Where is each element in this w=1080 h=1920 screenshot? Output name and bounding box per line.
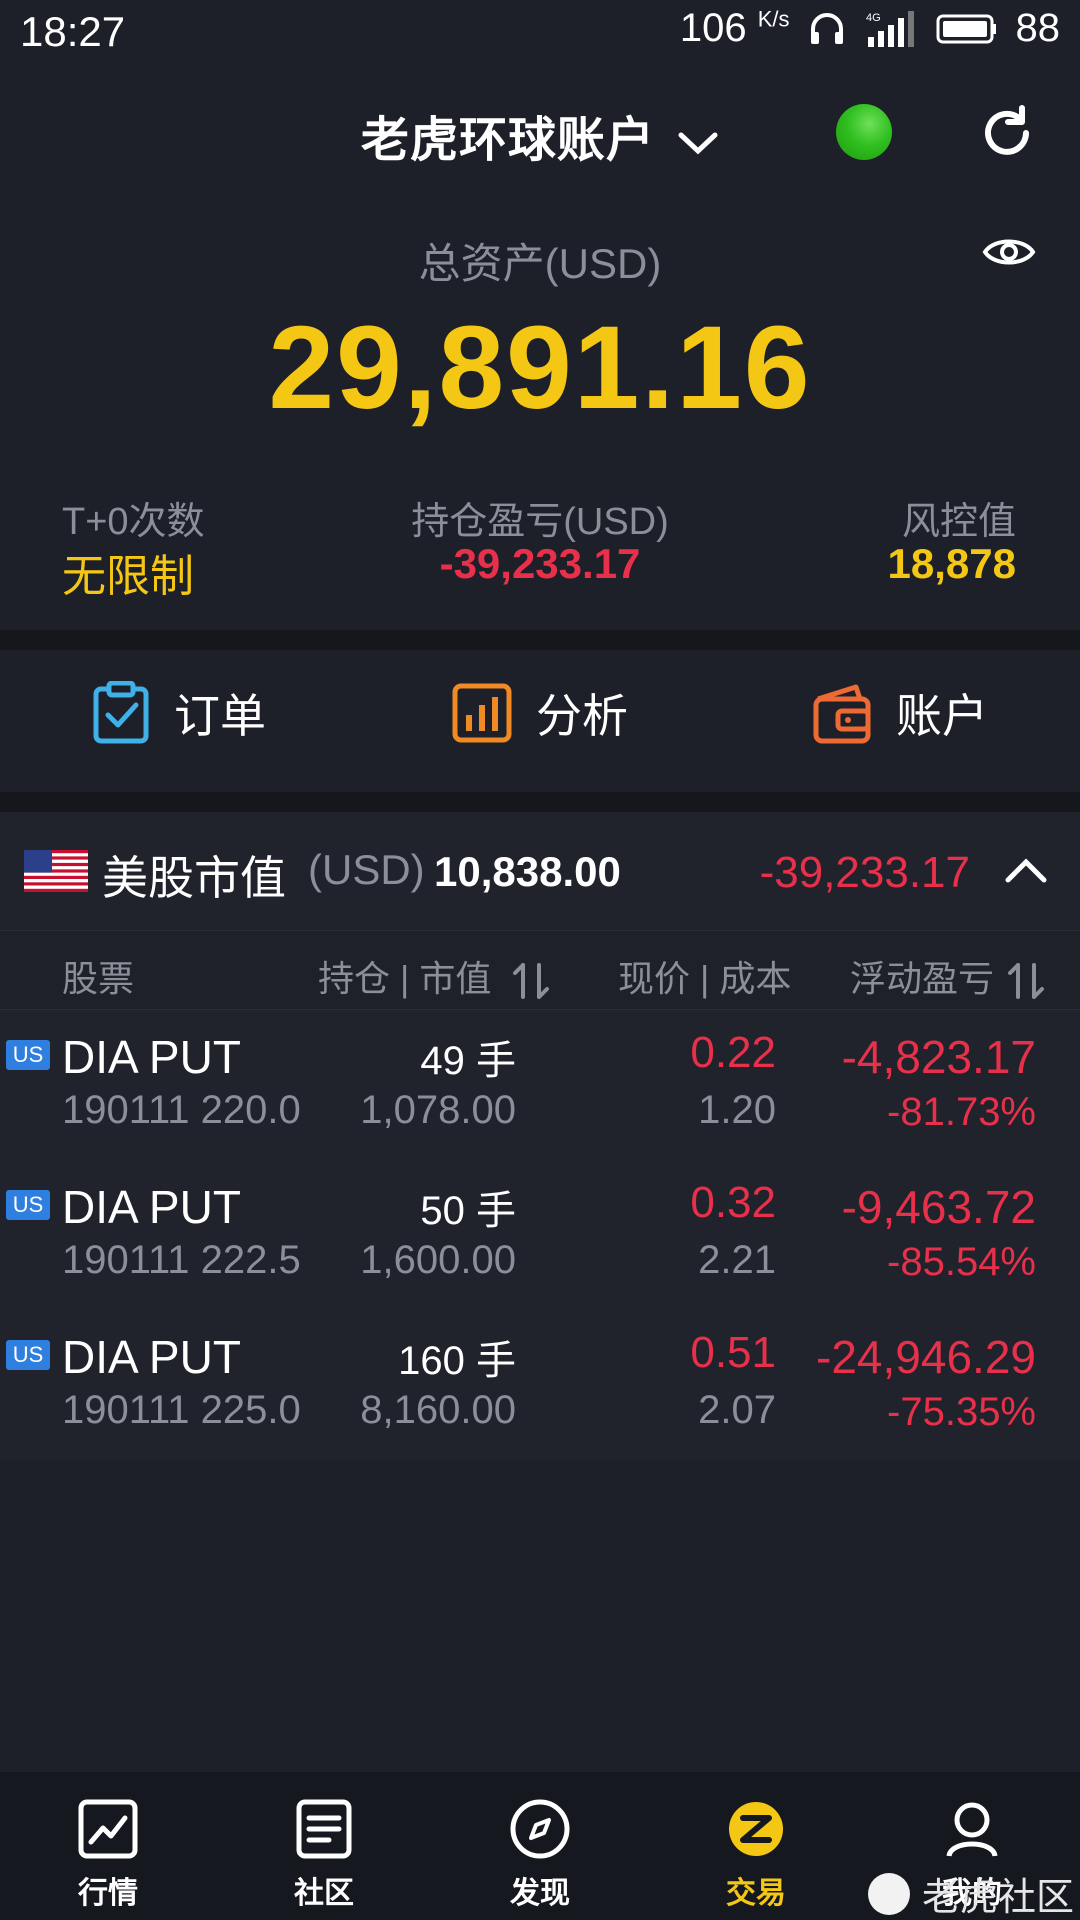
position-pnl-percent: -85.54%	[887, 1240, 1036, 1284]
sort-icon	[513, 963, 550, 1000]
signal-icon: 4G	[866, 10, 914, 47]
wallet-icon	[813, 684, 871, 744]
watermark: 老虎社区	[868, 1866, 1074, 1920]
account-label: 账户	[896, 690, 988, 742]
nav-discover[interactable]: 发现	[480, 1798, 600, 1912]
position-name: DIA PUT	[62, 1181, 241, 1233]
us-market-value: 10,838.00	[434, 848, 621, 895]
network-speed-unit: K/s	[757, 6, 790, 32]
column-float-pnl: 浮动盈亏	[850, 958, 995, 999]
us-flag-icon	[24, 850, 88, 892]
position-market-value: 1,600.00	[360, 1238, 516, 1282]
trend-chart-icon	[78, 1799, 138, 1859]
position-name: DIA PUT	[62, 1331, 241, 1383]
column-stock: 股票	[62, 958, 135, 999]
position-price: 0.51	[690, 1328, 776, 1377]
us-badge: US	[6, 1340, 50, 1370]
account-switcher[interactable]: 老虎环球账户	[0, 100, 1080, 170]
chevron-up-icon[interactable]	[1004, 856, 1048, 886]
column-price: 现价 | 成本	[618, 958, 792, 999]
nav-market[interactable]: 行情	[48, 1798, 168, 1912]
position-contract: 190111 225.0	[62, 1388, 301, 1432]
sort-icon	[1008, 963, 1045, 1000]
chevron-down-icon	[678, 132, 718, 155]
nav-trade-label: 交易	[726, 1877, 786, 1910]
orders-label: 订单	[174, 690, 266, 742]
risk-value: 18,878	[887, 540, 1016, 587]
eye-icon[interactable]	[982, 232, 1036, 272]
watermark-text: 老虎社区	[922, 1877, 1075, 1919]
us-badge: US	[6, 1190, 50, 1220]
us-market-unit: (USD)	[308, 846, 425, 893]
nav-community-label: 社区	[294, 1877, 354, 1910]
position-row[interactable]: US DIA PUT 190111 220.0 49 手 1,078.00 0.…	[0, 1010, 1080, 1160]
battery-level: 88	[1015, 6, 1061, 50]
nav-community[interactable]: 社区	[264, 1798, 384, 1912]
user-icon	[946, 1802, 998, 1857]
network-type: 4G	[866, 12, 881, 24]
position-quantity: 49 手	[420, 1039, 516, 1083]
analysis-button[interactable]: 分析	[452, 680, 628, 746]
us-badge: US	[6, 1040, 50, 1070]
trade-icon	[729, 1802, 783, 1856]
account-title: 老虎环球账户	[360, 114, 655, 167]
analysis-label: 分析	[536, 690, 628, 742]
section-divider	[0, 792, 1080, 812]
headphone-icon	[810, 12, 843, 44]
bar-chart-icon	[452, 683, 512, 743]
account-button[interactable]: 账户	[812, 680, 988, 746]
position-price: 0.32	[690, 1178, 776, 1227]
nav-trade[interactable]: 交易	[696, 1798, 816, 1912]
position-contract: 190111 222.5	[62, 1238, 301, 1282]
total-assets-value: 29,891.16	[268, 302, 812, 434]
position-row[interactable]: US DIA PUT 190111 225.0 160 手 8,160.00 0…	[0, 1310, 1080, 1460]
column-position-sort[interactable]: 持仓 | 市值	[318, 950, 551, 1002]
nav-discover-label: 发现	[510, 1877, 570, 1910]
status-time: 18:27	[20, 8, 126, 55]
document-icon	[296, 1799, 352, 1859]
position-pnl: -24,946.29	[816, 1331, 1036, 1383]
column-float-pnl-sort[interactable]: 浮动盈亏	[850, 950, 1046, 1002]
us-market-pnl: -39,233.17	[759, 848, 970, 897]
column-position: 持仓 | 市值	[318, 958, 492, 999]
orders-button[interactable]: 订单	[92, 680, 266, 746]
section-divider	[0, 630, 1080, 650]
position-market-value: 1,078.00	[360, 1088, 516, 1132]
risk-value-label: 风控值	[901, 501, 1016, 543]
position-cost: 2.07	[698, 1388, 776, 1432]
compass-icon	[510, 1799, 570, 1859]
status-bar: 18:27 106 K/s 4G 88	[0, 0, 1080, 64]
position-row[interactable]: US DIA PUT 190111 222.5 50 手 1,600.00 0.…	[0, 1160, 1080, 1310]
position-contract: 190111 220.0	[62, 1088, 301, 1132]
nav-market-label: 行情	[78, 1877, 138, 1910]
status-indicators: 106 K/s 4G 88	[680, 6, 1060, 51]
clipboard-check-icon	[93, 681, 149, 744]
connection-status-dot	[836, 104, 892, 160]
position-market-value: 8,160.00	[360, 1388, 516, 1432]
position-quantity: 160 手	[398, 1339, 516, 1383]
position-pnl: -4,823.17	[841, 1031, 1036, 1083]
position-quantity: 50 手	[420, 1189, 516, 1233]
position-cost: 1.20	[698, 1088, 776, 1132]
us-market-title: 美股市值	[102, 852, 286, 904]
network-speed: 106 K/s	[679, 6, 790, 50]
total-assets-label: 总资产(USD)	[418, 240, 662, 287]
battery-icon	[936, 14, 996, 43]
position-cost: 2.21	[698, 1238, 776, 1282]
position-pnl-percent: -75.35%	[887, 1390, 1036, 1434]
position-pnl: -9,463.72	[841, 1181, 1036, 1233]
position-pnl-percent: -81.73%	[887, 1090, 1036, 1134]
refresh-icon[interactable]	[978, 104, 1036, 162]
watermark-logo-icon	[868, 1872, 910, 1915]
positions-list: US DIA PUT 190111 220.0 49 手 1,078.00 0.…	[0, 1010, 1080, 1460]
position-price: 0.22	[690, 1028, 776, 1077]
position-name: DIA PUT	[62, 1031, 241, 1083]
